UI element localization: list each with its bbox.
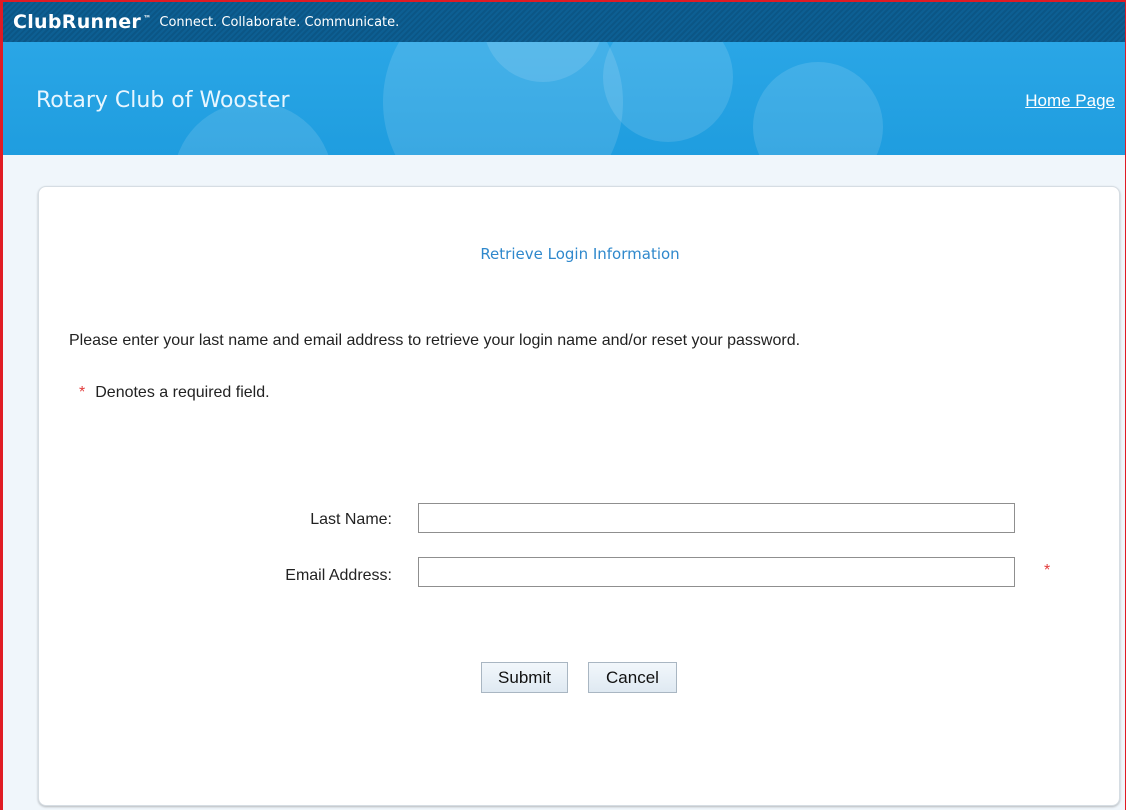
submit-button[interactable]: Submit: [481, 662, 568, 693]
decorative-bubble: [753, 62, 883, 155]
club-banner: Rotary Club of Wooster Home Page: [3, 42, 1125, 155]
clubrunner-topbar: ClubRunner ™ Connect. Collaborate. Commun…: [3, 2, 1125, 42]
clubrunner-logo: ClubRunner ™: [13, 11, 152, 33]
email-address-input[interactable]: [418, 557, 1015, 587]
club-name: Rotary Club of Wooster: [36, 88, 290, 113]
tagline: Connect. Collaborate. Communicate.: [159, 14, 400, 30]
required-note-text: Denotes a required field.: [95, 384, 270, 401]
last-name-label: Last Name:: [310, 511, 392, 528]
last-name-input[interactable]: [418, 503, 1015, 533]
email-required-asterisk: *: [1044, 562, 1051, 579]
instructions-text: Please enter your last name and email ad…: [69, 332, 801, 349]
cancel-button[interactable]: Cancel: [588, 662, 677, 693]
retrieve-login-card: Retrieve Login Information Please enter …: [38, 186, 1120, 806]
email-address-label: Email Address:: [285, 567, 392, 584]
required-asterisk: *: [79, 384, 86, 401]
required-field-note: * Denotes a required field.: [79, 384, 270, 402]
page-title: Retrieve Login Information: [480, 245, 680, 263]
home-page-link[interactable]: Home Page: [1025, 91, 1115, 111]
decorative-bubble: [603, 42, 733, 142]
trademark: ™: [143, 13, 152, 23]
